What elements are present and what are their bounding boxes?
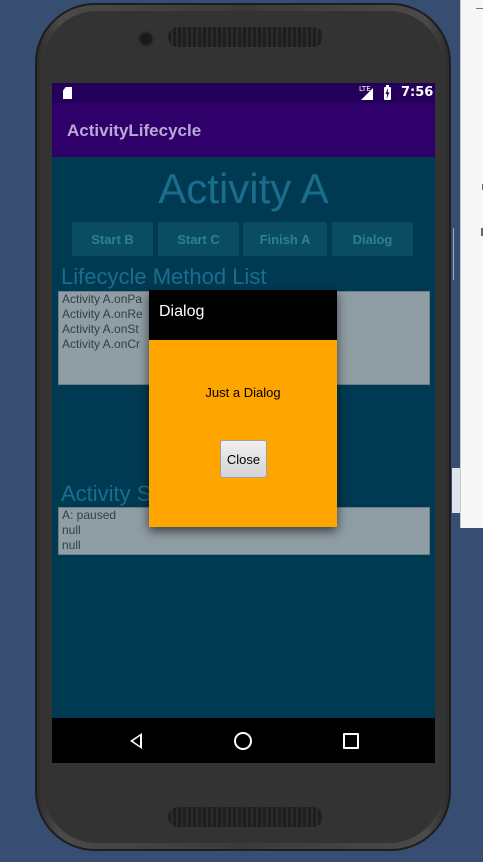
dialog-header: Dialog (149, 290, 337, 340)
close-button[interactable]: Close (220, 440, 267, 478)
window-divider (453, 228, 454, 280)
navigation-bar (52, 718, 435, 763)
start-b-button[interactable]: Start B (72, 222, 153, 256)
window-mark (476, 8, 483, 9)
status-time: 7:56 (401, 85, 434, 100)
status-bar: LTE 7:56 (52, 83, 435, 103)
back-icon[interactable] (130, 733, 142, 749)
lte-label: LTE (359, 85, 371, 93)
dialog-title: Dialog (159, 303, 205, 320)
dialog-message: Just a Dialog (205, 385, 281, 400)
bottom-speaker (168, 807, 323, 827)
start-c-button[interactable]: Start C (158, 222, 239, 256)
front-camera (140, 33, 152, 45)
background-strip (452, 468, 460, 513)
finish-a-button[interactable]: Finish A (243, 222, 327, 256)
background-window (453, 0, 483, 528)
activity-heading: Activity A (158, 165, 329, 212)
home-icon[interactable] (234, 732, 252, 750)
lifecycle-title: Lifecycle Method List (61, 264, 267, 289)
dialog-button[interactable]: Dialog (332, 222, 413, 256)
sd-card-icon (63, 87, 72, 99)
charging-icon (385, 88, 390, 99)
app-title: ActivityLifecycle (67, 121, 202, 140)
list-item: null (62, 538, 81, 552)
dialog: Dialog Just a Dialog Close (149, 290, 337, 527)
app-bar: ActivityLifecycle (52, 103, 435, 157)
top-speaker (168, 27, 323, 47)
status-title: Activity S (61, 481, 152, 506)
recent-apps-icon[interactable] (343, 733, 359, 749)
battery-icon (384, 85, 391, 100)
dialog-body: Just a Dialog Close (149, 340, 337, 527)
